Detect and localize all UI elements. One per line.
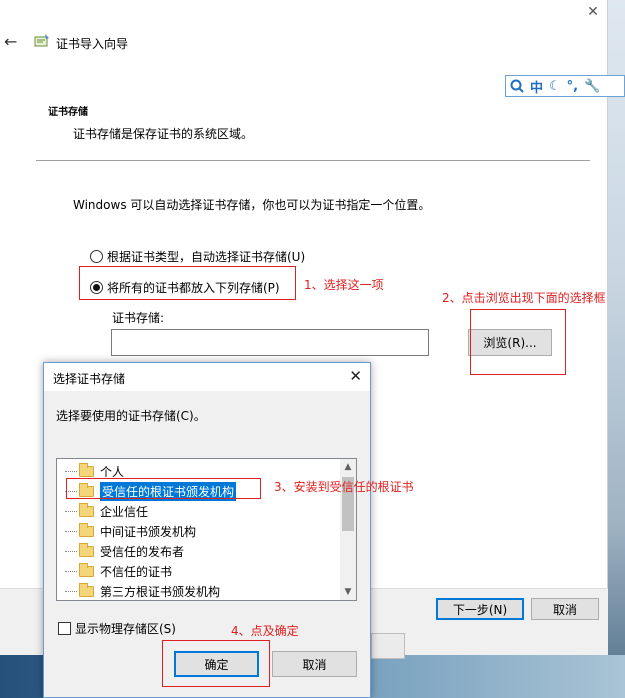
certificate-store-input[interactable]: [111, 329, 429, 356]
folder-icon: [79, 462, 94, 477]
close-icon[interactable]: ✕: [583, 2, 603, 22]
folder-icon: [79, 522, 94, 537]
annotation-step2: 2、点击浏览出现下面的选择框: [442, 291, 606, 305]
tree-item[interactable]: 企业信任: [65, 501, 148, 521]
certificate-wizard-icon: [34, 34, 49, 47]
section-description: 证书存储是保存证书的系统区域。: [73, 127, 254, 141]
annotation-step4: 4、点及确定: [231, 624, 299, 638]
annotation-step1: 1、选择这一项: [304, 278, 384, 292]
folder-icon: [79, 562, 94, 577]
show-physical-stores-checkbox[interactable]: 显示物理存储区(S): [58, 620, 176, 637]
tree-item[interactable]: 中间证书颁发机构: [65, 521, 196, 541]
annotation-step3: 3、安装到受信任的根证书: [274, 480, 414, 494]
divider: [36, 160, 590, 161]
tree-item[interactable]: 不信任的证书: [65, 561, 172, 581]
dialog-title: 选择证书存储: [53, 372, 126, 386]
desktop-background: [608, 0, 625, 698]
dialog-titlebar: 选择证书存储 ✕: [44, 363, 370, 391]
folder-icon: [79, 582, 94, 597]
section-title: 证书存储: [48, 107, 88, 118]
punctuation-icon[interactable]: °,: [567, 79, 578, 94]
scroll-down-icon[interactable]: ▼: [340, 584, 356, 600]
annotation-box-step1: [79, 266, 296, 300]
tree-item[interactable]: 第三方根证书颁发机构: [65, 581, 220, 600]
radio-auto-label: 根据证书类型，自动选择证书存储(U): [107, 250, 306, 264]
ime-toolbar[interactable]: 中 ☾ °, 🔧: [505, 75, 625, 97]
ime-language-indicator[interactable]: 中: [530, 77, 543, 96]
wizard-cancel-button[interactable]: 取消: [531, 598, 599, 620]
ime-logo-icon: [510, 79, 524, 93]
dialog-cancel-button[interactable]: 取消: [272, 651, 357, 677]
tree-item[interactable]: 受信任的发布者: [65, 541, 184, 561]
close-icon[interactable]: ✕: [349, 367, 362, 385]
wizard-title: 证书导入向导: [56, 37, 129, 51]
next-button[interactable]: 下一步(N): [436, 598, 524, 620]
radio-button[interactable]: [90, 250, 103, 263]
radio-auto-select-store[interactable]: 根据证书类型，自动选择证书存储(U): [90, 248, 305, 265]
dialog-description: 选择要使用的证书存储(C)。: [56, 409, 206, 423]
folder-icon: [79, 502, 94, 517]
background-button: [371, 633, 405, 659]
scroll-up-icon[interactable]: ▲: [340, 459, 356, 475]
store-label: 证书存储:: [112, 311, 165, 325]
show-physical-label: 显示物理存储区(S): [75, 622, 176, 636]
annotation-box-step3: [66, 478, 261, 499]
wrench-icon[interactable]: 🔧: [584, 79, 600, 94]
intro-text: Windows 可以自动选择证书存储，你也可以为证书指定一个位置。: [73, 198, 431, 212]
checkbox[interactable]: [58, 622, 71, 635]
annotation-box-step2: [470, 309, 566, 375]
folder-icon: [79, 542, 94, 557]
annotation-box-step4: [162, 640, 270, 687]
back-arrow-icon[interactable]: ←: [4, 32, 17, 51]
moon-icon[interactable]: ☾: [549, 79, 561, 94]
